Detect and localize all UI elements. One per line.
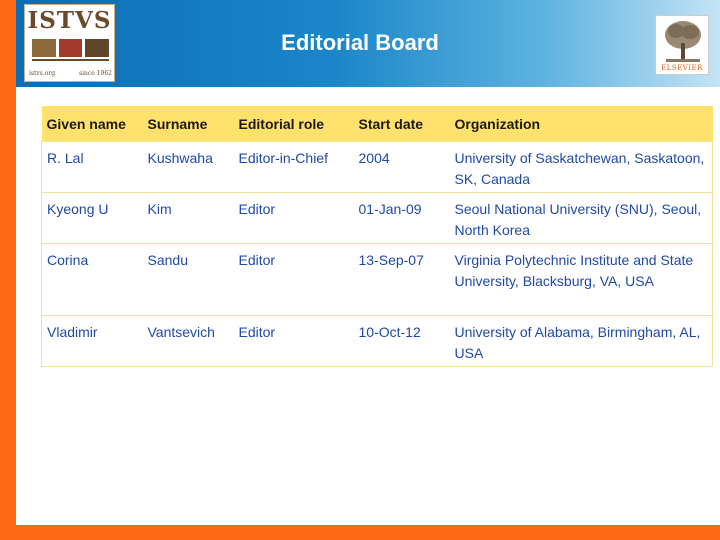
page-title: Editorial Board (281, 30, 439, 55)
role-cell: Editor (233, 191, 354, 243)
given-name-cell: R. Lal (41, 140, 143, 192)
tree-icon (665, 21, 701, 62)
role-cell: Editor (233, 314, 354, 367)
surname-cell: Kushwaha (142, 140, 234, 192)
start-date-cell: 13-Sep-07 (353, 242, 450, 315)
column-header: Given name (41, 106, 143, 141)
table-row: Vladimir Vantsevich Editor 10-Oct-12 Uni… (41, 314, 713, 367)
left-accent-bar (0, 0, 16, 540)
elsevier-logo: ELSEVIER (655, 15, 709, 75)
role-cell: Editor (233, 242, 354, 315)
table-row: Corina Sandu Editor 13-Sep-07 Virginia P… (41, 242, 713, 315)
organization-cell: University of Saskatchewan, Saskatoon, S… (449, 140, 713, 192)
given-name-cell: Corina (41, 242, 143, 315)
elsevier-wordmark: ELSEVIER (661, 64, 703, 72)
start-date-cell: 01-Jan-09 (353, 191, 450, 243)
surname-cell: Kim (142, 191, 234, 243)
bottom-accent-bar (0, 525, 720, 540)
slide: ISTVS istvs.org since 1962 Editorial Boa… (0, 0, 720, 540)
column-header: Organization (449, 106, 713, 141)
column-header: Surname (142, 106, 234, 141)
role-cell: Editor-in-Chief (233, 140, 354, 192)
table-header-row: Given name Surname Editorial role Start … (41, 106, 713, 141)
editorial-board-table: Given name Surname Editorial role Start … (41, 106, 713, 367)
organization-cell: Seoul National University (SNU), Seoul, … (449, 191, 713, 243)
table-row: R. Lal Kushwaha Editor-in-Chief 2004 Uni… (41, 140, 713, 192)
given-name-cell: Kyeong U (41, 191, 143, 243)
logo-footer: istvs.org since 1962 (29, 70, 112, 77)
column-header: Start date (353, 106, 450, 141)
start-date-cell: 2004 (353, 140, 450, 192)
logo-footer-url: istvs.org (29, 70, 56, 77)
surname-cell: Sandu (142, 242, 234, 315)
surname-cell: Vantsevich (142, 314, 234, 367)
given-name-cell: Vladimir (41, 314, 143, 367)
organization-cell: Virginia Polytechnic Institute and State… (449, 242, 713, 315)
organization-cell: University of Alabama, Birmingham, AL, U… (449, 314, 713, 367)
table-row: Kyeong U Kim Editor 01-Jan-09 Seoul Nati… (41, 191, 713, 243)
start-date-cell: 10-Oct-12 (353, 314, 450, 367)
column-header: Editorial role (233, 106, 354, 141)
logo-footer-since: since 1962 (79, 70, 112, 77)
